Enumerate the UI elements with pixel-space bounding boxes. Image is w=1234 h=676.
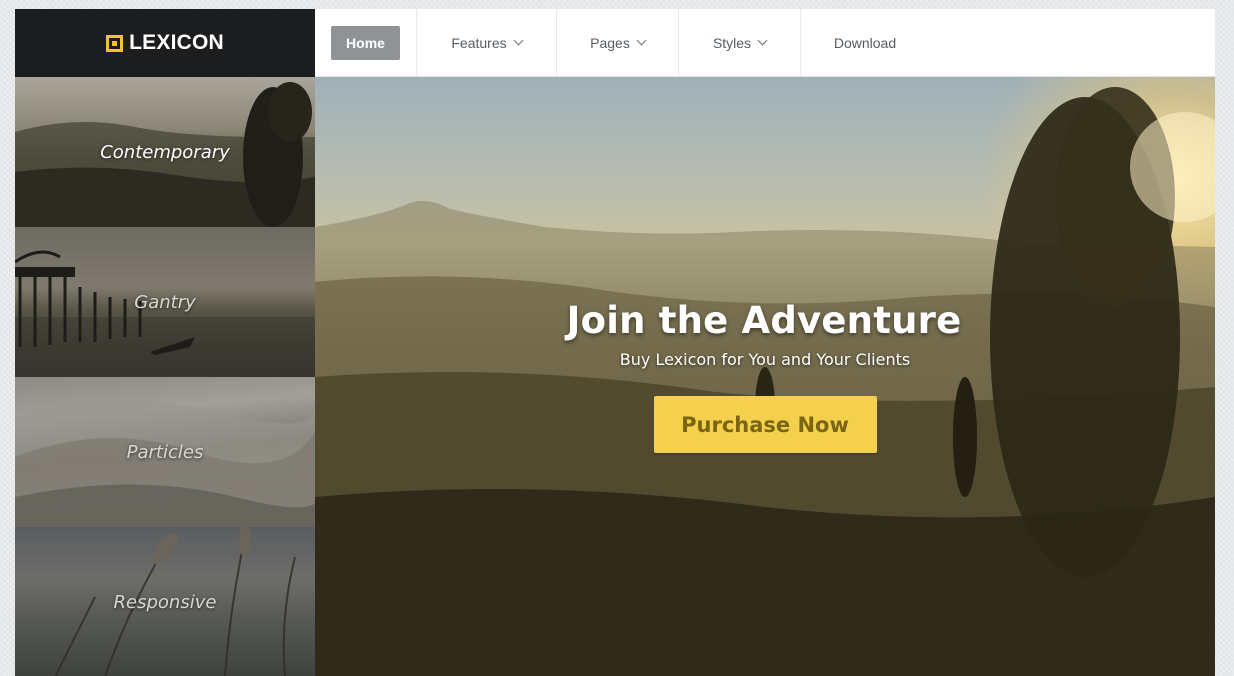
sidebar-tile-label: Responsive <box>113 591 217 613</box>
hero-title: Join the Adventure <box>566 299 962 342</box>
logo[interactable]: LEXICON <box>15 9 315 77</box>
nav-item-styles[interactable]: Styles <box>679 9 801 76</box>
main-nav: Home Features Pages Styles Download <box>315 9 1215 77</box>
sidebar-tile-label: Gantry <box>134 291 196 313</box>
chevron-down-icon <box>757 35 768 46</box>
nav-item-label: Styles <box>712 34 752 51</box>
nav-item-pages[interactable]: Pages <box>557 9 679 76</box>
sidebar: Contemporary Gantry Particles Responsive <box>15 77 315 676</box>
brand-name: LEXICON <box>129 31 224 54</box>
hero-content: Join the Adventure Buy Lexicon for You a… <box>315 77 1215 676</box>
site-frame: LEXICON Home Features Pages Styles Downl… <box>15 9 1215 676</box>
purchase-now-button[interactable]: Purchase Now <box>653 396 877 453</box>
chevron-down-icon <box>636 35 647 46</box>
sidebar-tile-gantry[interactable]: Gantry <box>15 227 315 377</box>
sidebar-tile-label: Particles <box>126 441 204 463</box>
nav-item-label: Home <box>331 25 400 60</box>
nav-item-home[interactable]: Home <box>315 9 417 76</box>
nav-item-label: Features <box>451 34 507 51</box>
hero-subtitle: Buy Lexicon for You and Your Clients <box>619 350 911 369</box>
nav-item-label: Pages <box>590 34 630 51</box>
sidebar-tile-responsive[interactable]: Responsive <box>15 527 315 676</box>
nav-item-features[interactable]: Features <box>417 9 557 76</box>
nav-item-download[interactable]: Download <box>801 9 929 76</box>
sidebar-tile-label: Contemporary <box>100 141 230 163</box>
sidebar-tile-particles[interactable]: Particles <box>15 377 315 527</box>
chevron-down-icon <box>513 35 524 46</box>
lexicon-logo-icon <box>106 34 124 52</box>
sidebar-tile-contemporary[interactable]: Contemporary <box>15 77 315 227</box>
hero-banner: Join the Adventure Buy Lexicon for You a… <box>315 77 1215 676</box>
nav-item-label: Download <box>833 34 897 51</box>
